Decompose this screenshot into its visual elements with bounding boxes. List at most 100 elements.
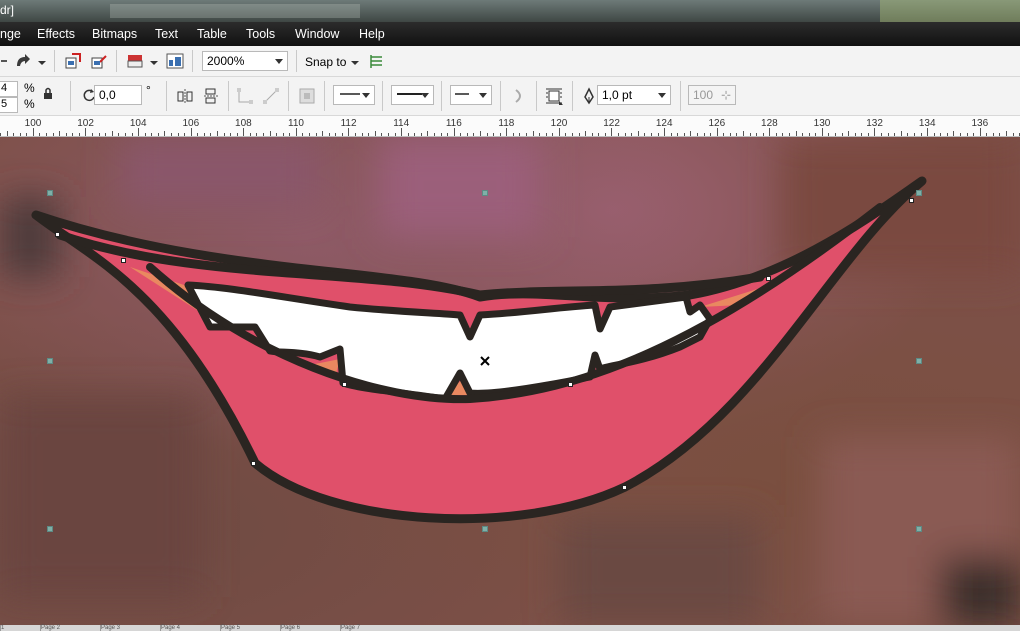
ruler-tick bbox=[295, 128, 297, 136]
convert-curve-icon[interactable] bbox=[236, 87, 254, 105]
lock-ratio-icon[interactable] bbox=[42, 87, 54, 101]
export-icon[interactable] bbox=[90, 52, 108, 70]
zoom-value: 2000% bbox=[207, 54, 245, 68]
page-tab[interactable]: 1 bbox=[0, 625, 41, 631]
smoothing-field[interactable]: 100 ⊹ bbox=[688, 85, 736, 105]
ruler-tick bbox=[690, 131, 692, 136]
curve-node[interactable] bbox=[342, 382, 347, 387]
rotation-angle-field[interactable]: 0,0 bbox=[94, 85, 142, 105]
curve-node[interactable] bbox=[909, 198, 914, 203]
ruler-tick bbox=[381, 133, 383, 136]
menu-help[interactable]: Help bbox=[359, 27, 385, 41]
options-icon[interactable] bbox=[368, 52, 386, 70]
wrap-text-icon[interactable] bbox=[545, 87, 563, 105]
ruler-tick bbox=[624, 133, 626, 136]
selection-handle-bottom-center[interactable] bbox=[482, 526, 488, 532]
ruler-tick bbox=[493, 133, 495, 136]
standard-toolbar: 2000% Snap to bbox=[0, 46, 1020, 77]
selection-handle-bottom-right[interactable] bbox=[916, 526, 922, 532]
ruler-tick bbox=[552, 133, 554, 136]
ruler-tick bbox=[499, 133, 501, 136]
launcher-dropdown-icon[interactable] bbox=[150, 56, 158, 74]
zoom-levels-combo[interactable]: 2000% bbox=[202, 51, 288, 71]
ruler-tick bbox=[32, 128, 34, 136]
ruler-tick bbox=[460, 133, 462, 136]
ruler-tick bbox=[618, 133, 620, 136]
menu-text[interactable]: Text bbox=[155, 27, 178, 41]
snap-dropdown-icon[interactable] bbox=[351, 56, 359, 74]
ruler-tick bbox=[867, 133, 869, 136]
ruler-tick bbox=[723, 133, 725, 136]
page-tab[interactable]: Page 3 bbox=[100, 625, 159, 631]
curve-node[interactable] bbox=[121, 258, 126, 263]
separator bbox=[70, 81, 71, 111]
undo-dropdown-icon[interactable] bbox=[0, 53, 10, 71]
ruler-tick bbox=[256, 133, 258, 136]
reverse-direction-icon[interactable] bbox=[510, 87, 528, 105]
ruler-tick bbox=[802, 133, 804, 136]
ruler-tick bbox=[328, 133, 330, 136]
menu-bar: nge Effects Bitmaps Text Table Tools Win… bbox=[0, 22, 1020, 46]
selection-handle-top-center[interactable] bbox=[482, 190, 488, 196]
menu-bitmaps[interactable]: Bitmaps bbox=[92, 27, 137, 41]
line-to-curve-icon[interactable] bbox=[262, 87, 280, 105]
welcome-screen-icon[interactable] bbox=[166, 52, 184, 70]
break-apart-icon[interactable] bbox=[298, 87, 316, 105]
page-tab[interactable]: Page 5 bbox=[220, 625, 279, 631]
redo-dropdown-icon[interactable] bbox=[38, 56, 46, 74]
line-style-selector[interactable] bbox=[391, 85, 434, 105]
ruler-tick bbox=[72, 133, 74, 136]
separator bbox=[166, 81, 167, 111]
ruler-tick bbox=[85, 128, 87, 136]
page-tab[interactable]: Page 7 bbox=[340, 625, 399, 631]
ruler-tick bbox=[170, 133, 172, 136]
curve-node[interactable] bbox=[55, 232, 60, 237]
selection-handle-bottom-left[interactable] bbox=[47, 526, 53, 532]
ruler-tick bbox=[861, 133, 863, 136]
ruler-tick bbox=[440, 133, 442, 136]
ruler-tick bbox=[913, 133, 915, 136]
curve-node[interactable] bbox=[622, 485, 627, 490]
line-style-icon bbox=[397, 93, 422, 95]
separator bbox=[536, 81, 537, 111]
page-tab[interactable]: Page 6 bbox=[280, 625, 339, 631]
window-title: dr] bbox=[0, 3, 15, 17]
menu-table[interactable]: Table bbox=[197, 27, 227, 41]
ruler-tick bbox=[177, 133, 179, 136]
separator bbox=[441, 81, 442, 111]
curve-node[interactable] bbox=[251, 461, 256, 466]
menu-effects[interactable]: Effects bbox=[37, 27, 75, 41]
ruler-tick bbox=[670, 133, 672, 136]
start-arrowhead-selector[interactable] bbox=[333, 85, 375, 105]
menu-tools[interactable]: Tools bbox=[246, 27, 275, 41]
redo-icon[interactable] bbox=[14, 52, 32, 70]
import-icon[interactable] bbox=[64, 52, 82, 70]
outline-width-combo[interactable]: 1,0 pt bbox=[597, 85, 671, 105]
outline-pen-icon bbox=[580, 87, 598, 105]
scale-width-field[interactable]: 4 bbox=[0, 81, 18, 97]
title-blur-area-right bbox=[880, 0, 1020, 22]
page-tab[interactable]: Page 4 bbox=[160, 625, 219, 631]
drawing-canvas[interactable] bbox=[0, 137, 1020, 625]
menu-window[interactable]: Window bbox=[295, 27, 339, 41]
snap-to-label[interactable]: Snap to bbox=[305, 55, 346, 69]
selection-handle-middle-right[interactable] bbox=[916, 358, 922, 364]
mirror-vertical-icon[interactable] bbox=[202, 87, 220, 105]
selection-handle-middle-left[interactable] bbox=[47, 358, 53, 364]
mirror-horizontal-icon[interactable] bbox=[176, 87, 194, 105]
curve-node[interactable] bbox=[766, 276, 771, 281]
selection-handle-top-right[interactable] bbox=[916, 190, 922, 196]
ruler-tick bbox=[19, 133, 21, 136]
curve-node[interactable] bbox=[568, 382, 573, 387]
ruler-tick bbox=[124, 133, 126, 136]
selection-handle-top-left[interactable] bbox=[47, 190, 53, 196]
end-arrowhead-selector[interactable] bbox=[450, 85, 492, 105]
ruler-tick bbox=[637, 131, 639, 136]
page-tab[interactable]: Page 2 bbox=[40, 625, 99, 631]
ruler-tick bbox=[683, 133, 685, 136]
menu-arrange[interactable]: nge bbox=[0, 27, 21, 41]
scale-height-field[interactable]: 5 bbox=[0, 97, 18, 113]
ruler-tick bbox=[368, 133, 370, 136]
application-launcher-icon[interactable] bbox=[126, 52, 144, 70]
ruler-tick bbox=[769, 128, 771, 136]
